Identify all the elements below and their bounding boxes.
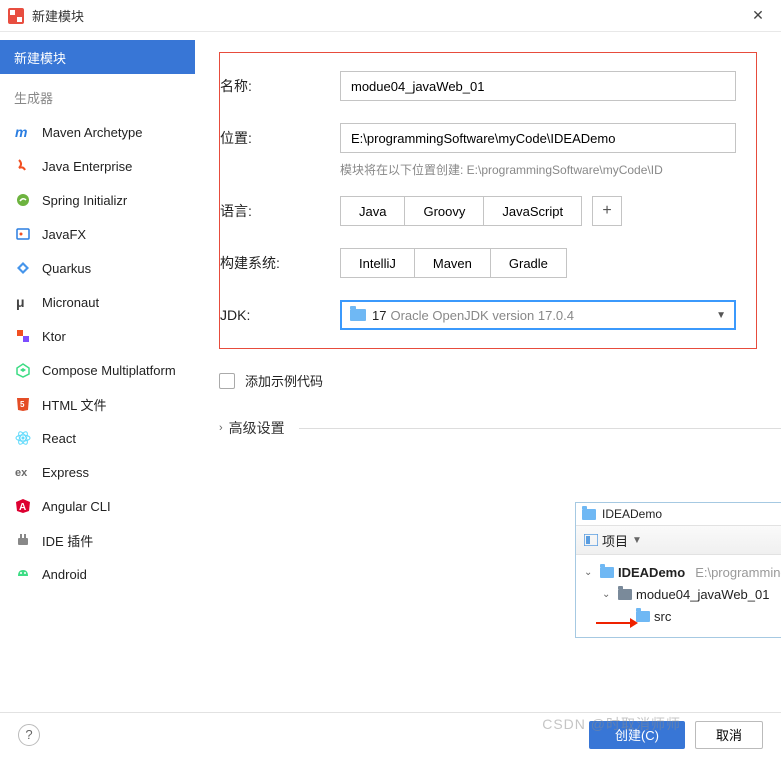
chevron-down-icon: ▼ xyxy=(716,310,726,321)
language-groovy-button[interactable]: Groovy xyxy=(404,196,484,226)
sidebar-item-maven[interactable]: m Maven Archetype xyxy=(0,115,195,149)
folder-icon xyxy=(618,589,632,600)
sidebar-item-javafx[interactable]: JavaFX xyxy=(0,217,195,251)
quarkus-icon xyxy=(14,259,32,277)
location-hint: 模块将在以下位置创建: E:\programmingSoftware\myCod… xyxy=(220,161,663,178)
sidebar-generators-header: 生成器 xyxy=(0,74,195,115)
sidebar-item-html[interactable]: 5 HTML 文件 xyxy=(0,387,195,421)
jdk-version: 17 xyxy=(372,308,386,323)
language-java-button[interactable]: Java xyxy=(340,196,405,226)
sidebar-item-quarkus[interactable]: Quarkus xyxy=(0,251,195,285)
sidebar-item-label: Quarkus xyxy=(42,261,91,276)
express-icon: ex xyxy=(14,463,32,481)
folder-icon xyxy=(350,309,366,321)
sidebar-item-label: Ktor xyxy=(42,329,66,344)
sidebar-item-label: Java Enterprise xyxy=(42,159,132,174)
location-label: 位置: xyxy=(220,128,340,148)
folder-icon xyxy=(636,611,650,622)
chevron-down-icon: ⌄ xyxy=(602,589,614,600)
annotation-arrow-icon xyxy=(596,617,638,629)
sidebar: 新建模块 生成器 m Maven Archetype Java Enterprise… xyxy=(0,32,195,712)
sidebar-item-label: Angular CLI xyxy=(42,499,111,514)
advanced-settings-toggle[interactable]: › 高级设置 xyxy=(219,418,781,438)
sidebar-item-label: IDE 插件 xyxy=(42,531,93,550)
jdk-description: Oracle OpenJDK version 17.0.4 xyxy=(390,308,716,323)
sidebar-item-label: Express xyxy=(42,465,89,480)
window-title: 新建模块 xyxy=(32,6,743,25)
location-input[interactable] xyxy=(340,123,736,153)
folder-icon xyxy=(600,567,614,578)
svg-text:μ: μ xyxy=(16,294,25,310)
sidebar-item-plugin[interactable]: IDE 插件 xyxy=(0,523,195,557)
sidebar-item-label: JavaFX xyxy=(42,227,86,242)
tree-row-root[interactable]: ⌄ IDEADemo E:\programmingSo xyxy=(584,561,781,583)
sidebar-item-express[interactable]: ex Express xyxy=(0,455,195,489)
help-icon[interactable]: ? xyxy=(18,724,40,746)
add-language-button[interactable]: + xyxy=(592,196,622,226)
plugin-icon xyxy=(14,531,32,549)
svg-text:m: m xyxy=(15,124,27,140)
name-input[interactable] xyxy=(340,71,736,101)
chevron-right-icon: › xyxy=(219,422,223,434)
sidebar-item-label: Spring Initializr xyxy=(42,193,127,208)
close-icon[interactable]: ✕ xyxy=(743,7,773,24)
language-label: 语言: xyxy=(220,201,340,221)
compose-icon xyxy=(14,361,32,379)
sidebar-item-java-ee[interactable]: Java Enterprise xyxy=(0,149,195,183)
micronaut-icon: μ xyxy=(14,293,32,311)
sample-code-checkbox[interactable] xyxy=(219,373,235,389)
preview-title: IDEADemo xyxy=(602,507,662,521)
jdk-select[interactable]: 17 Oracle OpenJDK version 17.0.4 ▼ xyxy=(340,300,736,330)
create-button[interactable]: 创建(C) xyxy=(589,721,685,749)
folder-icon xyxy=(582,509,596,520)
sidebar-item-label: Compose Multiplatform xyxy=(42,363,176,378)
angular-icon: A xyxy=(14,497,32,515)
build-maven-button[interactable]: Maven xyxy=(414,248,491,278)
build-intellij-button[interactable]: IntelliJ xyxy=(340,248,415,278)
app-icon xyxy=(8,8,24,24)
react-icon xyxy=(14,429,32,447)
tree-row-module[interactable]: ⌄ modue04_javaWeb_01 xyxy=(584,583,781,605)
sidebar-item-label: React xyxy=(42,431,76,446)
form-panel: 名称: 位置: 模块将在以下位置创建: E:\programmingSoftwa… xyxy=(219,52,757,349)
name-label: 名称: xyxy=(220,76,340,96)
jdk-label: JDK: xyxy=(220,307,340,323)
project-view-button[interactable]: 项目 ▼ xyxy=(584,531,642,550)
sidebar-item-ktor[interactable]: Ktor xyxy=(0,319,195,353)
maven-icon: m xyxy=(14,123,32,141)
project-preview: IDEADemo 项目 ▼ ⊕ ⇆ ↓≡ ⚙ — ⌄ IDEADem xyxy=(575,502,781,638)
svg-text:5: 5 xyxy=(20,400,25,409)
sidebar-item-label: 新建模块 xyxy=(14,48,66,67)
cancel-button[interactable]: 取消 xyxy=(695,721,763,749)
build-label: 构建系统: xyxy=(220,253,340,273)
sidebar-item-android[interactable]: Android xyxy=(0,557,195,591)
sidebar-item-label: Maven Archetype xyxy=(42,125,142,140)
language-javascript-button[interactable]: JavaScript xyxy=(483,196,582,226)
sample-code-label: 添加示例代码 xyxy=(245,371,323,390)
sidebar-item-label: Android xyxy=(42,567,87,582)
svg-text:ex: ex xyxy=(15,467,28,479)
sidebar-item-react[interactable]: React xyxy=(0,421,195,455)
spring-icon xyxy=(14,191,32,209)
sidebar-item-angular[interactable]: A Angular CLI xyxy=(0,489,195,523)
sidebar-item-label: HTML 文件 xyxy=(42,395,107,414)
svg-text:A: A xyxy=(19,502,26,513)
html-icon: 5 xyxy=(14,395,32,413)
ktor-icon xyxy=(14,327,32,345)
android-icon xyxy=(14,565,32,583)
javafx-icon xyxy=(14,225,32,243)
java-ee-icon xyxy=(14,157,32,175)
build-gradle-button[interactable]: Gradle xyxy=(490,248,567,278)
sidebar-item-label: Micronaut xyxy=(42,295,99,310)
sidebar-item-micronaut[interactable]: μ Micronaut xyxy=(0,285,195,319)
sidebar-item-spring[interactable]: Spring Initializr xyxy=(0,183,195,217)
sidebar-item-new-module[interactable]: 新建模块 xyxy=(0,40,195,74)
chevron-down-icon: ⌄ xyxy=(584,567,596,578)
sidebar-item-compose[interactable]: Compose Multiplatform xyxy=(0,353,195,387)
advanced-label: 高级设置 xyxy=(229,418,285,438)
